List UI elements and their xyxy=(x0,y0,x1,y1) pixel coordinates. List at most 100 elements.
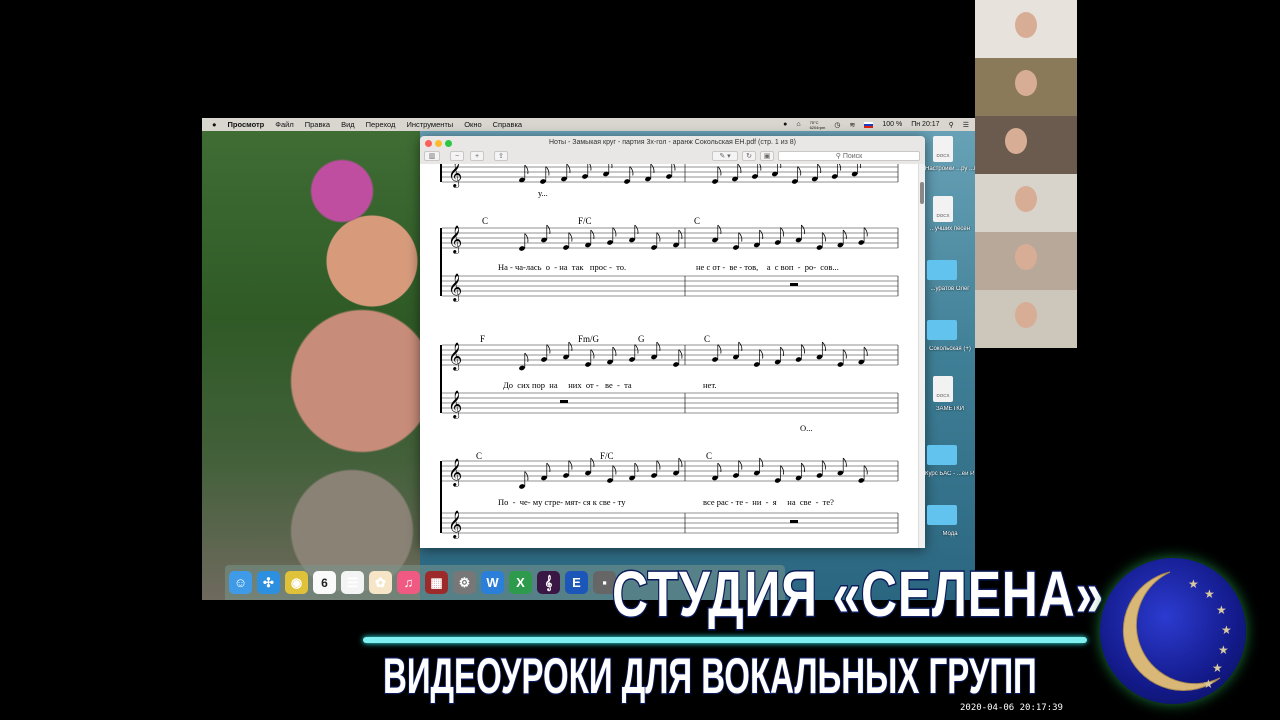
excel-icon[interactable]: X xyxy=(509,571,532,594)
scrollbar[interactable] xyxy=(918,164,925,548)
wifi-icon[interactable]: ≋ xyxy=(849,121,855,129)
pdf-page[interactable]: 𝄞 𝄞 𝄞 𝄞 𝄞 𝄞 𝄞 у... C F/C C На - ча-лась о - на так… xyxy=(420,164,918,548)
menu-app[interactable]: Просмотр xyxy=(228,120,265,129)
apple-icon[interactable]: ● xyxy=(212,120,217,129)
note-flag xyxy=(759,349,764,359)
participant-face xyxy=(1015,186,1037,212)
participant-video-tile[interactable] xyxy=(975,290,1077,348)
moon-logo: ★ ★ ★ ★ ★ ★ ★ xyxy=(1100,558,1246,704)
desktop-item-label[interactable]: Курс БАС - ...ей Р...ежский xyxy=(925,471,975,477)
folder-icon[interactable] xyxy=(927,445,957,465)
search-field[interactable]: ⚲ Поиск xyxy=(778,151,920,161)
desktop-item-label[interactable]: ЗАМЕТКИ xyxy=(925,406,975,412)
treble-clef-icon: 𝄞 xyxy=(448,273,462,302)
participant-face xyxy=(1015,70,1037,96)
folder-icon[interactable] xyxy=(927,320,957,340)
zoom-button[interactable] xyxy=(445,140,452,147)
e-app-icon[interactable]: E xyxy=(565,571,588,594)
chord-symbol: F/C xyxy=(600,451,614,461)
chord-symbol: C xyxy=(476,451,483,461)
participant-video-tile[interactable] xyxy=(975,116,1077,174)
menu-tools[interactable]: Инструменты xyxy=(406,120,453,129)
skype-icon[interactable]: ● xyxy=(783,121,787,128)
desktop-item-label[interactable]: Настройки ...ру ...ЕВ.docx xyxy=(925,166,975,172)
participant-video-tile[interactable] xyxy=(975,174,1077,232)
note-flag xyxy=(780,164,782,169)
note-flag xyxy=(629,166,634,176)
menu-go[interactable]: Переход xyxy=(366,120,396,129)
lock-icon[interactable]: ⌂ xyxy=(796,121,800,128)
battery-text[interactable]: 100 % xyxy=(882,121,902,128)
clock[interactable]: Пн 20:17 xyxy=(911,121,939,128)
zoom-in-icon[interactable]: + xyxy=(470,151,484,161)
participant-video-tile[interactable] xyxy=(975,58,1077,116)
music-icon[interactable]: ♫ xyxy=(397,571,420,594)
spotlight-icon[interactable]: ⚲ xyxy=(949,121,954,129)
note-flag xyxy=(656,460,661,470)
close-button[interactable] xyxy=(425,140,432,147)
desktop-item-label[interactable]: Сокольская (+) xyxy=(925,346,975,352)
participant-video-tile[interactable] xyxy=(975,232,1077,290)
note-flag xyxy=(717,224,722,235)
participant-video-tile[interactable] xyxy=(975,0,1077,58)
note-flag xyxy=(859,164,862,169)
scrollbar-thumb[interactable] xyxy=(920,182,924,204)
banner-subtitle: ВИДЕОУРОКИ ДЛЯ ВОКАЛЬНЫХ ГРУПП xyxy=(382,647,1037,706)
rotate-icon[interactable]: ↻ xyxy=(742,151,756,161)
folder-icon[interactable] xyxy=(927,260,957,280)
docx-file-icon[interactable]: DOCX xyxy=(933,136,953,162)
markup-pen-icon[interactable]: ✎ ▾ xyxy=(712,151,738,161)
note-flag xyxy=(738,460,743,470)
shared-screen: ● Просмотр Файл Правка Вид Переход Инстр… xyxy=(202,118,975,600)
note-flag xyxy=(612,346,617,357)
zoom-out-icon[interactable]: − xyxy=(450,151,464,161)
note-flag xyxy=(634,344,639,354)
chord-symbol: C xyxy=(704,334,711,344)
window-title: Ноты - Замыкая круг - партия 3х-гол - ар… xyxy=(548,139,797,146)
docx-tag: DOCX xyxy=(936,153,950,158)
desktop-item-label[interactable]: ...учших песен xyxy=(925,226,975,232)
note-flag xyxy=(545,166,550,176)
note-flag xyxy=(566,164,571,174)
menu-window[interactable]: Окно xyxy=(464,120,481,129)
lyrics-line: По - че- му стре- мят- ся к све - ту xyxy=(498,497,626,507)
weather-sub: 6204rpm xyxy=(809,124,826,130)
note-flag xyxy=(546,224,551,235)
note-flag xyxy=(842,349,847,359)
note-flag xyxy=(612,227,617,237)
search-placeholder: Поиск xyxy=(842,153,863,160)
menu-help[interactable]: Справка xyxy=(493,120,522,129)
safari-icon[interactable]: ✣ xyxy=(257,571,280,594)
chrome-icon[interactable]: ◉ xyxy=(285,571,308,594)
photo-booth-icon[interactable]: ▦ xyxy=(425,571,448,594)
toolbox-icon[interactable]: ▣ xyxy=(760,151,774,161)
menu-view[interactable]: Вид xyxy=(341,120,355,129)
share-icon[interactable]: ⇪ xyxy=(494,151,508,161)
note-flag xyxy=(568,232,573,242)
desktop-item-label[interactable]: Мода xyxy=(925,531,975,537)
notification-icon[interactable]: ☰ xyxy=(963,121,969,129)
menu-file[interactable]: Файл xyxy=(275,120,293,129)
sidebar-toggle-icon[interactable]: ▥ xyxy=(424,151,440,161)
finder-icon[interactable]: ☺ xyxy=(229,571,252,594)
menu-edit[interactable]: Правка xyxy=(305,120,330,129)
folder-icon[interactable] xyxy=(927,505,957,525)
system-preferences-icon[interactable]: ⚙ xyxy=(453,571,476,594)
treble-clef-icon: 𝄞 xyxy=(448,510,462,539)
desktop-item-label[interactable]: ...уратов Олег xyxy=(925,286,975,292)
sibelius-icon[interactable]: 𝄞 xyxy=(537,571,560,594)
note-flag xyxy=(678,457,683,468)
flag-icon[interactable] xyxy=(864,121,874,128)
word-icon[interactable]: W xyxy=(481,571,504,594)
docx-file-icon[interactable]: DOCX xyxy=(933,196,953,222)
note-flag xyxy=(797,166,802,176)
docx-tag: DOCX xyxy=(936,213,950,218)
reminders-icon[interactable]: ☰ xyxy=(341,571,364,594)
minimize-button[interactable] xyxy=(435,140,442,147)
photos-icon[interactable]: ✿ xyxy=(369,571,392,594)
docx-file-icon[interactable]: DOCX xyxy=(933,376,953,402)
calendar-icon[interactable]: 6 xyxy=(313,571,336,594)
treble-clef-icon: 𝄞 xyxy=(448,458,462,487)
rest xyxy=(790,520,798,523)
time-machine-icon[interactable]: ◷ xyxy=(834,121,840,129)
